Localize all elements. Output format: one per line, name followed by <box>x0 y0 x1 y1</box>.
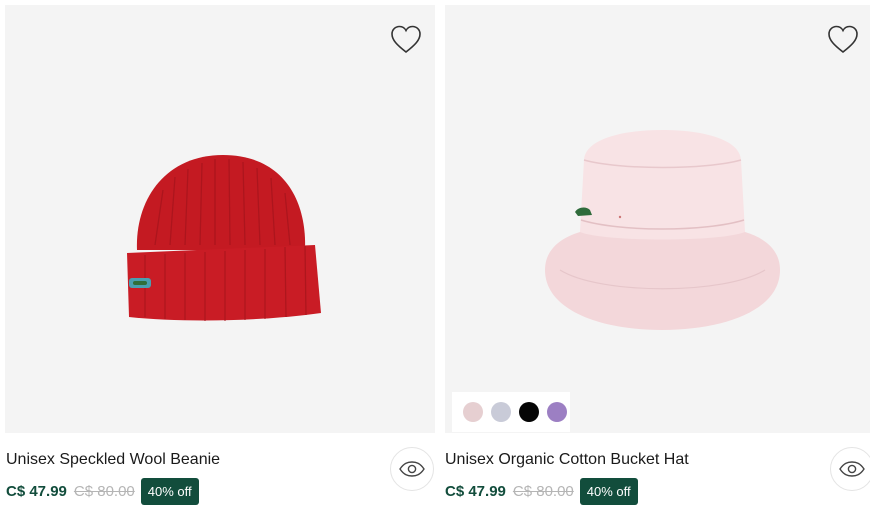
product-image-area[interactable] <box>5 5 435 433</box>
red-beanie-image <box>127 155 321 321</box>
swatch-purple[interactable] <box>547 402 567 422</box>
product-image-area[interactable] <box>445 5 870 433</box>
color-swatches <box>452 392 570 432</box>
product-title[interactable]: Unisex Organic Cotton Bucket Hat <box>445 450 689 470</box>
discount-badge: 40% off <box>140 478 199 505</box>
heart-icon[interactable] <box>389 23 423 57</box>
eye-icon <box>399 461 425 477</box>
heart-icon[interactable] <box>826 23 860 57</box>
swatch-pink[interactable] <box>463 402 483 422</box>
swatch-black[interactable] <box>519 402 539 422</box>
quick-view-button[interactable] <box>830 447 870 491</box>
discount-badge: 40% off <box>579 478 638 505</box>
eye-icon <box>839 461 865 477</box>
sale-price: C$ 47.99 <box>445 483 506 500</box>
quick-view-button[interactable] <box>390 447 434 491</box>
price-row: C$ 47.99 C$ 80.00 40% off <box>445 478 638 505</box>
product-title[interactable]: Unisex Speckled Wool Beanie <box>6 450 220 470</box>
original-price: C$ 80.00 <box>73 483 135 500</box>
swatch-light-gray[interactable] <box>491 402 511 422</box>
pink-bucket-hat-image <box>545 130 780 330</box>
original-price: C$ 80.00 <box>512 483 574 500</box>
sale-price: C$ 47.99 <box>6 483 67 500</box>
price-row: C$ 47.99 C$ 80.00 40% off <box>6 478 199 505</box>
